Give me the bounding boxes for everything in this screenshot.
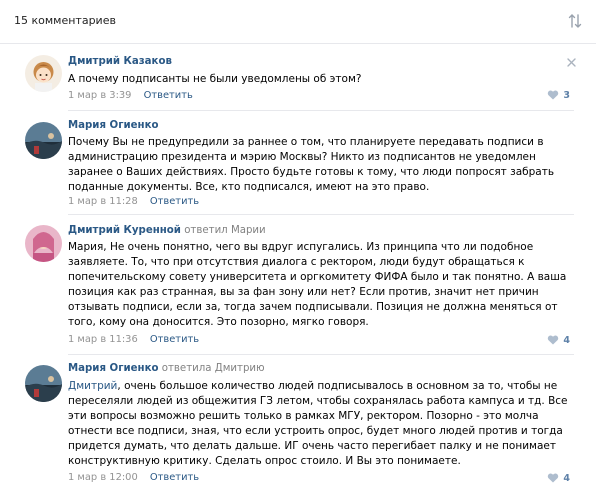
comment-text: Почему Вы не предупредили за раннее о то… bbox=[68, 136, 555, 194]
reply-to-target[interactable]: Дмитрию bbox=[215, 363, 265, 374]
author-name[interactable]: Дмитрий Куренной bbox=[68, 225, 181, 236]
comment-meta: 1 мар в 11:28 Ответить bbox=[68, 196, 199, 207]
cartoon-girl-avatar[interactable] bbox=[25, 55, 62, 92]
mention-link[interactable]: Дмитрий bbox=[68, 380, 117, 392]
comment-text: Мария, Не очень понятно, чего вы вдруг и… bbox=[68, 241, 567, 329]
comment-author-line: Дмитрий Казаков bbox=[68, 56, 172, 67]
comment-date[interactable]: 1 мар в 11:28 bbox=[68, 196, 138, 207]
comment-meta: 1 мар в 12:00 Ответить bbox=[68, 472, 199, 483]
reply-to-prefix: ответил bbox=[180, 225, 231, 236]
comment-body: , очень большое количество людей подписы… bbox=[68, 380, 568, 468]
comment-text: А почему подписанты не были уведомлены о… bbox=[68, 73, 362, 85]
comments-count-title: 15 комментариев bbox=[14, 14, 116, 27]
close-icon[interactable] bbox=[567, 58, 576, 67]
comment-date[interactable]: 1 мар в 11:36 bbox=[68, 334, 138, 345]
reply-button[interactable]: Ответить bbox=[150, 196, 199, 207]
reply-button[interactable]: Ответить bbox=[144, 90, 193, 101]
comment-divider bbox=[68, 110, 574, 111]
comment-item: Мария Огиенко ответила Дмитрию Дмитрий, … bbox=[0, 355, 596, 490]
author-name[interactable]: Мария Огиенко bbox=[68, 120, 159, 131]
comment-meta: 1 мар в 3:39 Ответить bbox=[68, 90, 193, 101]
sort-arrows-icon[interactable] bbox=[568, 13, 582, 29]
like-button[interactable]: 4 bbox=[547, 334, 570, 346]
pink-portrait-avatar[interactable] bbox=[25, 225, 62, 262]
comment-author-line: Мария Огиенко bbox=[68, 120, 159, 131]
comments-header: 15 комментариев bbox=[0, 0, 596, 44]
reply-to-prefix: ответила bbox=[158, 363, 215, 374]
heart-icon bbox=[548, 90, 559, 100]
sunset-photo-avatar[interactable] bbox=[25, 122, 62, 159]
sunset-photo-avatar[interactable] bbox=[25, 365, 62, 402]
author-name[interactable]: Мария Огиенко bbox=[68, 363, 159, 374]
comment-date[interactable]: 1 мар в 3:39 bbox=[68, 90, 131, 101]
comment-author-line: Дмитрий Куренной ответил Марии bbox=[68, 225, 266, 236]
like-count: 4 bbox=[563, 472, 570, 484]
comment-author-line: Мария Огиенко ответила Дмитрию bbox=[68, 363, 265, 374]
like-count: 4 bbox=[563, 334, 570, 346]
like-count: 3 bbox=[563, 89, 570, 101]
reply-button[interactable]: Ответить bbox=[150, 334, 199, 345]
heart-icon bbox=[548, 335, 559, 345]
comment-item: Мария Огиенко Почему Вы не предупредили … bbox=[0, 112, 596, 215]
like-button[interactable]: 4 bbox=[547, 472, 570, 484]
comment-item: Дмитрий Казаков А почему подписанты не б… bbox=[0, 50, 596, 114]
comment-item: Дмитрий Куренной ответил Марии Мария, Не… bbox=[0, 215, 596, 355]
like-button[interactable]: 3 bbox=[547, 89, 570, 101]
comment-date[interactable]: 1 мар в 12:00 bbox=[68, 472, 138, 483]
author-name[interactable]: Дмитрий Казаков bbox=[68, 56, 172, 67]
comment-meta: 1 мар в 11:36 Ответить bbox=[68, 334, 199, 345]
reply-button[interactable]: Ответить bbox=[150, 472, 199, 483]
comment-text: Дмитрий, очень большое количество людей … bbox=[68, 379, 573, 470]
reply-to-target[interactable]: Марии bbox=[231, 225, 266, 236]
heart-icon bbox=[548, 473, 559, 483]
